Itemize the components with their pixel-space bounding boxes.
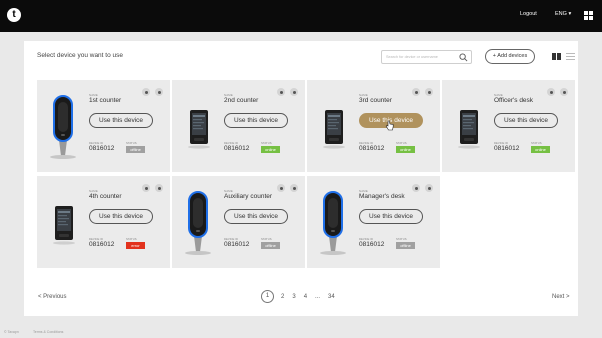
devices-panel: Select device you want to use Search for…: [24, 41, 578, 316]
next-page-link[interactable]: Next >: [552, 294, 570, 300]
use-device-button[interactable]: Use this device: [89, 209, 153, 224]
status-badge: online: [396, 145, 415, 153]
settings-icon[interactable]: [547, 88, 555, 96]
list-view-icon[interactable]: [566, 53, 575, 60]
status-badge: online: [531, 145, 550, 153]
kiosk-device-image: [182, 186, 214, 261]
delete-icon[interactable]: [155, 88, 163, 96]
status-label: STATUS: [126, 141, 137, 145]
status-label: STATUS: [396, 141, 407, 145]
kiosk-device-image: [317, 186, 349, 261]
settings-icon[interactable]: [412, 88, 420, 96]
app-logo[interactable]: t: [7, 8, 21, 22]
status-badge: offline: [396, 241, 415, 249]
terms-link[interactable]: Terms & Conditions: [33, 330, 63, 334]
status-badge: offline: [261, 241, 280, 249]
settings-icon[interactable]: [142, 88, 150, 96]
device-card: NAME 1st counter Use this device DEVICE ID S…: [37, 80, 170, 172]
device-id-value: 0816012: [224, 241, 250, 248]
pagination-ellipsis: ...: [315, 293, 321, 300]
page-number-link[interactable]: 4: [304, 294, 307, 300]
status-label: STATUS: [531, 141, 542, 145]
delete-icon[interactable]: [155, 184, 163, 192]
device-card: NAME Manager's desk Use this device DEVICE …: [307, 176, 440, 268]
add-devices-button[interactable]: + Add devices: [485, 49, 535, 64]
page-number-link[interactable]: 1: [261, 290, 274, 303]
device-card: NAME 2nd counter Use this device DEVICE ID S…: [172, 80, 305, 172]
settings-icon[interactable]: [412, 184, 420, 192]
delete-icon[interactable]: [425, 88, 433, 96]
status-label: STATUS: [261, 237, 272, 241]
page-number-link[interactable]: 3: [292, 294, 295, 300]
search-icon[interactable]: [459, 53, 468, 62]
terminal-device-image: [47, 186, 79, 261]
device-name: 3rd counter: [359, 97, 392, 104]
device-id-value: 0816012: [89, 241, 115, 248]
page-title: Select device you want to use: [37, 52, 123, 59]
use-device-button[interactable]: Use this device: [359, 209, 423, 224]
device-name: Auxiliary counter: [224, 193, 273, 200]
status-label: STATUS: [261, 141, 272, 145]
page-number-link[interactable]: 2: [281, 294, 284, 300]
search-placeholder: Search for device or username: [386, 54, 438, 59]
copyright-text: © Tavapn: [4, 330, 19, 334]
terminal-device-image: [317, 90, 349, 165]
device-card: NAME Officer's desk Use this device DEVICE …: [442, 80, 575, 172]
footer: © Tavapn Terms & Conditions: [0, 325, 602, 338]
terminal-device-image: [182, 90, 214, 165]
use-device-button[interactable]: Use this device: [224, 209, 288, 224]
device-card: NAME 3rd counter Use this device DEVICE ID S…: [307, 80, 440, 172]
pagination: 1 2 3 4... 34: [261, 290, 343, 303]
delete-icon[interactable]: [290, 184, 298, 192]
status-badge: error: [126, 241, 145, 249]
status-label: STATUS: [126, 237, 137, 241]
use-device-button[interactable]: Use this device: [224, 113, 288, 128]
settings-icon[interactable]: [277, 184, 285, 192]
device-name: 1st counter: [89, 97, 122, 104]
search-input[interactable]: Search for device or username: [381, 50, 472, 64]
terminal-device-image: [452, 90, 484, 165]
logout-link[interactable]: Logout: [520, 11, 537, 17]
device-id-value: 0816012: [89, 145, 115, 152]
top-bar: t Logout ENG ▾: [0, 0, 602, 32]
device-card: NAME 4th counter Use this device DEVICE ID S…: [37, 176, 170, 268]
device-id-value: 0816012: [359, 241, 385, 248]
delete-icon[interactable]: [290, 88, 298, 96]
device-name: 4th counter: [89, 193, 122, 200]
device-name: Manager's desk: [359, 193, 405, 200]
device-name: 2nd counter: [224, 97, 259, 104]
previous-page-link[interactable]: < Previous: [38, 294, 67, 300]
grid-view-icon[interactable]: [552, 53, 561, 60]
kiosk-device-image: [47, 90, 79, 165]
device-card: NAME Auxiliary counter Use this device DEVI…: [172, 176, 305, 268]
apps-grid-icon[interactable]: [584, 11, 593, 20]
device-id-value: 0816012: [359, 145, 385, 152]
settings-icon[interactable]: [277, 88, 285, 96]
settings-icon[interactable]: [142, 184, 150, 192]
hand-cursor-icon: [385, 120, 394, 131]
status-label: STATUS: [396, 237, 407, 241]
device-name: Officer's desk: [494, 97, 534, 104]
device-id-value: 0816012: [494, 145, 520, 152]
page-number-link[interactable]: 34: [328, 294, 335, 300]
status-badge: offline: [126, 145, 145, 153]
use-device-button[interactable]: Use this device: [494, 113, 558, 128]
status-badge: online: [261, 145, 280, 153]
use-device-button[interactable]: Use this device: [89, 113, 153, 128]
delete-icon[interactable]: [425, 184, 433, 192]
device-id-value: 0816012: [224, 145, 250, 152]
language-selector[interactable]: ENG ▾: [555, 11, 571, 17]
delete-icon[interactable]: [560, 88, 568, 96]
